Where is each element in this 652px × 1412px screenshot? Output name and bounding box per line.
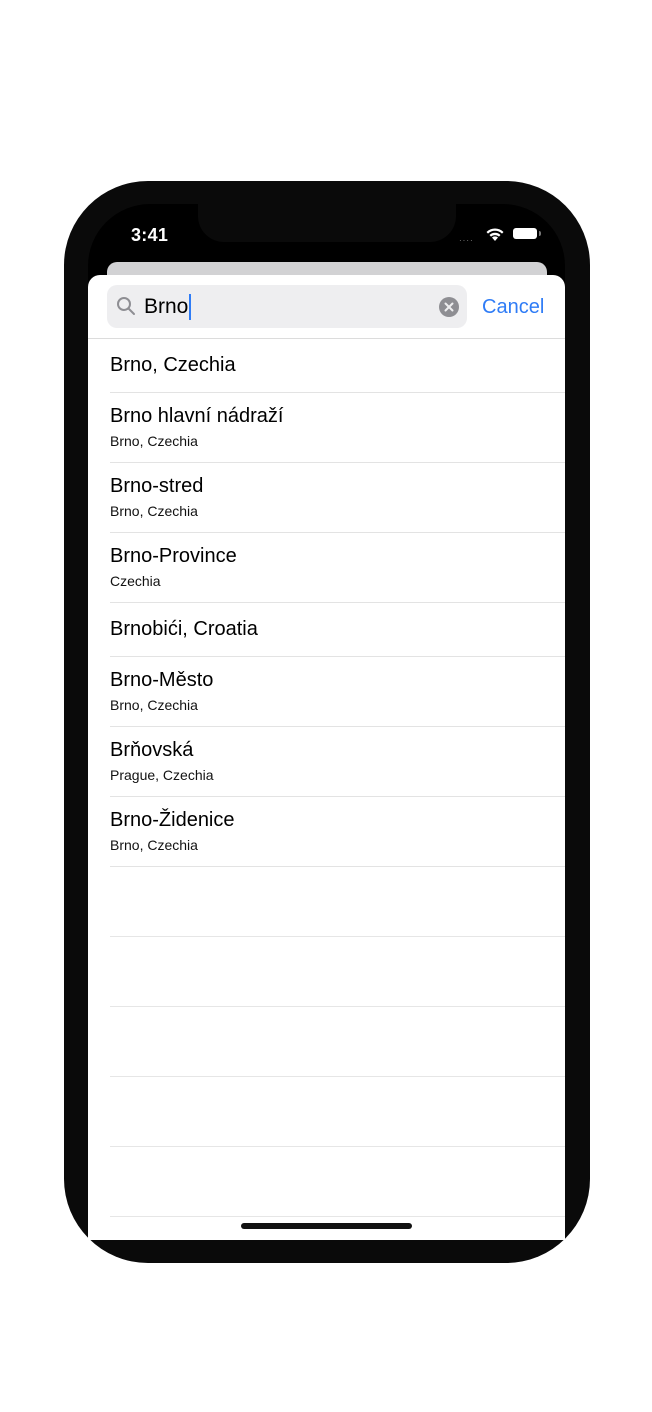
result-row[interactable]: Brno-Město Brno, Czechia bbox=[88, 657, 565, 727]
cellular-signal-icon: ···· bbox=[459, 236, 474, 245]
result-title: Brnobići, Croatia bbox=[110, 618, 258, 640]
wifi-icon bbox=[486, 228, 504, 241]
result-title: Brno, Czechia bbox=[110, 354, 236, 376]
clear-search-icon[interactable] bbox=[439, 297, 459, 317]
result-row[interactable]: Brnobići, Croatia bbox=[88, 603, 565, 657]
result-row[interactable]: Brno-stred Brno, Czechia bbox=[88, 463, 565, 533]
result-subtitle: Brno, Czechia bbox=[110, 433, 198, 449]
result-subtitle: Czechia bbox=[110, 573, 161, 589]
search-icon bbox=[117, 297, 135, 315]
result-title: Brno-Město bbox=[110, 669, 214, 691]
notch bbox=[198, 204, 456, 242]
result-row[interactable]: Brno hlavní nádraží Brno, Czechia bbox=[88, 393, 565, 463]
result-subtitle: Brno, Czechia bbox=[110, 697, 198, 713]
result-subtitle: Brno, Czechia bbox=[110, 837, 198, 853]
home-indicator[interactable] bbox=[241, 1223, 412, 1229]
row-divider bbox=[110, 866, 565, 867]
result-title: Brno hlavní nádraží bbox=[110, 405, 284, 427]
result-row[interactable]: Brno-Židenice Brno, Czechia bbox=[88, 797, 565, 867]
empty-row-divider bbox=[110, 936, 565, 937]
result-row[interactable]: Brňovská Prague, Czechia bbox=[88, 727, 565, 797]
result-subtitle: Prague, Czechia bbox=[110, 767, 214, 783]
result-title: Brno-Province bbox=[110, 545, 237, 567]
search-query-text[interactable]: Brno bbox=[144, 294, 192, 320]
result-title: Brňovská bbox=[110, 739, 194, 761]
empty-row-divider bbox=[110, 1006, 565, 1007]
empty-row-divider bbox=[110, 1216, 565, 1217]
status-time: 3:41 bbox=[131, 225, 169, 245]
result-title: Brno-stred bbox=[110, 475, 204, 497]
empty-row-divider bbox=[110, 1076, 565, 1077]
result-subtitle: Brno, Czechia bbox=[110, 503, 198, 519]
result-title: Brno-Židenice bbox=[110, 809, 235, 831]
empty-row-divider bbox=[110, 1146, 565, 1147]
result-row[interactable]: Brno-Province Czechia bbox=[88, 533, 565, 603]
battery-icon bbox=[513, 228, 537, 239]
result-row[interactable]: Brno, Czechia bbox=[88, 339, 565, 393]
cancel-button[interactable]: Cancel bbox=[482, 294, 544, 320]
